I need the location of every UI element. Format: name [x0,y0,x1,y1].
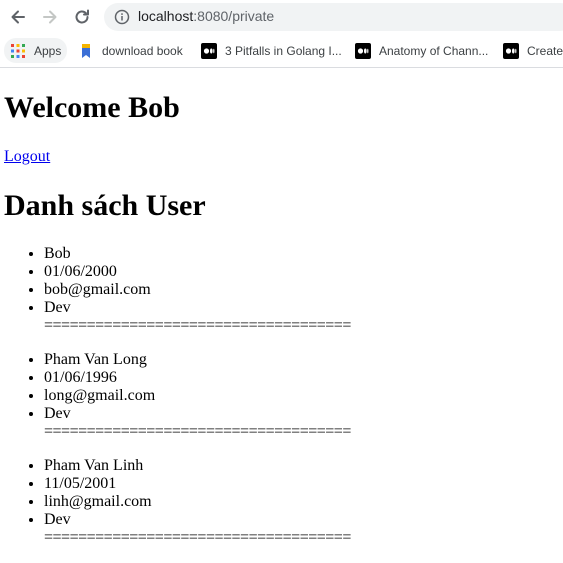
bookmark-anatomy-channels[interactable]: Anatomy of Chann... [355,38,488,63]
medium-favicon-icon [503,42,519,59]
user-dob: 01/06/2000 [44,263,400,281]
apps-grid-icon [10,43,26,59]
medium-favicon-icon [355,42,371,59]
user-role: Dev [44,511,400,529]
user-name: Bob [44,245,400,263]
separator-line: ==================================== [44,423,351,440]
separator-line: ==================================== [44,529,351,546]
reload-icon [75,9,89,24]
welcome-heading: Welcome Bob [4,91,180,124]
arrow-left-icon [11,10,25,24]
user-list-heading: Danh sách User [4,189,206,222]
bookmark-create[interactable]: Create [503,38,563,63]
info-icon[interactable] [114,9,130,25]
medium-favicon-icon [201,42,217,59]
bookmarks-bar: Apps download book 3 Pitfalls in Golang … [0,34,563,68]
bookmark-label: Apps [34,43,62,58]
bookmark-label: 3 Pitfalls in Golang I... [225,43,342,58]
bookmark-label: download book [102,43,183,58]
user-email: bob@gmail.com [44,281,400,299]
forward-button[interactable] [38,5,62,29]
user-dob: 11/05/2001 [44,475,400,493]
bookmark-pitfalls-golang[interactable]: 3 Pitfalls in Golang I... [201,38,342,63]
browser-toolbar: localhost:8080/private [0,0,563,34]
bookmark-label: Create [527,43,563,58]
user-dob: 01/06/1996 [44,369,400,387]
user-email: long@gmail.com [44,387,400,405]
user-name: Pham Van Linh [44,457,400,475]
user-list: Bob 01/06/2000 bob@gmail.com Dev =======… [0,245,400,563]
bookmark-download-book[interactable]: download book [78,38,183,63]
back-button[interactable] [6,5,30,29]
bookmark-label: Anatomy of Chann... [379,43,489,58]
url-path: :8080/private [193,8,275,24]
book-favicon-icon [78,43,94,59]
separator-line: ==================================== [44,317,351,334]
address-url: localhost:8080/private [138,8,274,24]
user-email: linh@gmail.com [44,493,400,511]
page-content: Welcome Bob Logout Danh sách User Bob 01… [0,68,563,563]
user-name: Pham Van Long [44,351,400,369]
user-entry: Pham Van Long 01/06/1996 long@gmail.com … [0,351,400,457]
user-entry: Bob 01/06/2000 bob@gmail.com Dev =======… [0,245,400,351]
reload-button[interactable] [70,5,94,29]
arrow-right-icon [43,10,57,24]
user-role: Dev [44,405,400,423]
url-host: localhost [138,8,194,24]
user-entry: Pham Van Linh 11/05/2001 linh@gmail.com … [0,457,400,563]
logout-link[interactable]: Logout [4,147,50,167]
user-role: Dev [44,299,400,317]
address-bar[interactable]: localhost:8080/private [104,3,563,31]
bookmark-apps[interactable]: Apps [4,38,68,63]
